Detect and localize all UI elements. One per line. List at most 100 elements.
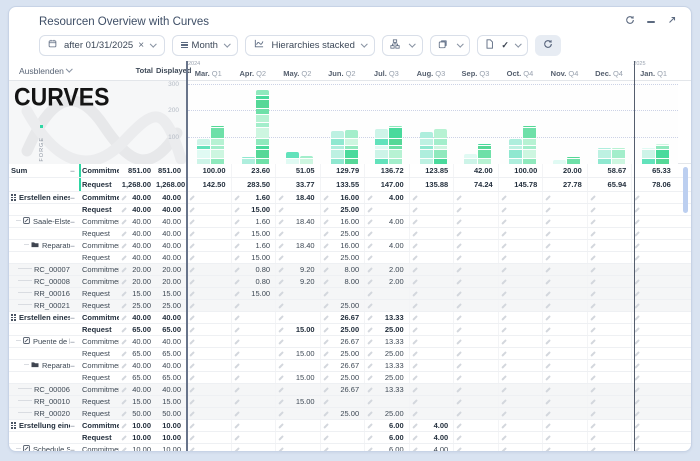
edit-pencil-icon[interactable] xyxy=(121,399,127,405)
edit-pencil-icon[interactable] xyxy=(367,435,373,441)
edit-pencil-icon[interactable] xyxy=(234,255,240,261)
total-cell[interactable]: 20.00 xyxy=(119,264,156,275)
month-value-cell[interactable] xyxy=(498,348,543,359)
month-value-cell[interactable] xyxy=(409,360,454,371)
month-value-cell[interactable] xyxy=(587,396,632,407)
month-value-cell[interactable] xyxy=(364,252,409,263)
month-value-cell[interactable] xyxy=(364,300,409,311)
edit-pencil-icon[interactable] xyxy=(367,267,373,273)
edit-pencil-icon[interactable] xyxy=(412,231,418,237)
edit-pencil-icon[interactable] xyxy=(121,207,127,213)
edit-pencil-icon[interactable] xyxy=(278,207,284,213)
edit-pencil-icon[interactable] xyxy=(234,411,240,417)
month-value-cell[interactable] xyxy=(631,372,676,383)
edit-pencil-icon[interactable] xyxy=(412,399,418,405)
month-value-cell[interactable] xyxy=(542,420,587,431)
collapse-icon[interactable]: − xyxy=(70,315,79,321)
month-value-cell[interactable] xyxy=(320,396,365,407)
edit-pencil-icon[interactable] xyxy=(234,435,240,441)
month-value-cell[interactable] xyxy=(275,312,320,323)
month-value-cell[interactable]: 13.33 xyxy=(364,336,409,347)
edit-pencil-icon[interactable] xyxy=(234,375,240,381)
edit-pencil-icon[interactable] xyxy=(412,387,418,393)
month-value-cell[interactable] xyxy=(498,276,543,287)
row-name-cell[interactable]: Saale-Elster-…− xyxy=(9,216,79,227)
month-value-cell[interactable]: 26.67 xyxy=(320,360,365,371)
row-name-cell[interactable]: RR_00016 xyxy=(9,288,79,299)
month-value-cell[interactable] xyxy=(453,228,498,239)
edit-pencil-icon[interactable] xyxy=(545,303,551,309)
table-row[interactable]: RR_00021Request25.0025.0025.00 xyxy=(9,300,691,312)
edit-pencil-icon[interactable] xyxy=(323,327,329,333)
month-value-cell[interactable]: 4.00 xyxy=(364,192,409,203)
edit-pencil-icon[interactable] xyxy=(121,423,127,429)
month-value-cell[interactable] xyxy=(498,192,543,203)
month-value-cell[interactable] xyxy=(275,420,320,431)
month-value-cell[interactable]: 9.20 xyxy=(275,264,320,275)
edit-pencil-icon[interactable] xyxy=(367,387,373,393)
edit-pencil-icon[interactable] xyxy=(635,339,641,345)
edit-pencil-icon[interactable] xyxy=(189,351,195,357)
edit-pencil-icon[interactable] xyxy=(278,351,284,357)
month-value-cell[interactable]: 16.00 xyxy=(320,240,365,251)
edit-pencil-icon[interactable] xyxy=(121,411,127,417)
month-value-cell[interactable] xyxy=(498,240,543,251)
month-value-cell[interactable] xyxy=(453,372,498,383)
month-value-cell[interactable] xyxy=(542,300,587,311)
table-row[interactable]: RC_00006Commitment40.0040.0026.6713.33 xyxy=(9,384,691,396)
month-value-cell[interactable]: 25.00 xyxy=(320,348,365,359)
month-value-cell[interactable] xyxy=(409,216,454,227)
edit-pencil-icon[interactable] xyxy=(590,411,596,417)
edit-pencil-icon[interactable] xyxy=(456,267,462,273)
edit-pencil-icon[interactable] xyxy=(189,243,195,249)
month-value-cell[interactable] xyxy=(631,240,676,251)
total-cell[interactable]: 40.00 xyxy=(119,228,156,239)
document-options-button[interactable]: ✓ xyxy=(477,35,528,56)
edit-pencil-icon[interactable] xyxy=(412,243,418,249)
month-value-cell[interactable] xyxy=(542,228,587,239)
month-value-cell[interactable] xyxy=(453,420,498,431)
month-value-cell[interactable] xyxy=(231,396,276,407)
vertical-scrollbar[interactable] xyxy=(683,167,688,213)
refresh-window-icon[interactable] xyxy=(625,15,635,25)
edit-pencil-icon[interactable] xyxy=(412,447,418,451)
month-value-cell[interactable]: 2.00 xyxy=(364,276,409,287)
edit-pencil-icon[interactable] xyxy=(323,363,329,369)
month-value-cell[interactable] xyxy=(409,408,454,419)
total-cell[interactable]: 25.00 xyxy=(119,300,156,311)
month-value-cell[interactable] xyxy=(498,420,543,431)
edit-pencil-icon[interactable] xyxy=(234,399,240,405)
month-value-cell[interactable] xyxy=(587,240,632,251)
edit-pencil-icon[interactable] xyxy=(323,399,329,405)
edit-pencil-icon[interactable] xyxy=(234,447,240,451)
month-value-cell[interactable] xyxy=(453,204,498,215)
edit-pencil-icon[interactable] xyxy=(189,291,195,297)
month-value-cell[interactable]: 18.40 xyxy=(275,216,320,227)
month-value-cell[interactable]: 8.00 xyxy=(320,264,365,275)
month-value-cell[interactable] xyxy=(453,336,498,347)
collapse-icon[interactable]: − xyxy=(70,195,79,201)
edit-pencil-icon[interactable] xyxy=(278,279,284,285)
edit-pencil-icon[interactable] xyxy=(189,255,195,261)
table-row[interactable]: Puente de la…−Commitment40.0040.0026.671… xyxy=(9,336,691,348)
month-value-cell[interactable]: 4.00 xyxy=(409,432,454,443)
table-row[interactable]: Request1,268.001,268.00142.50283.5033.77… xyxy=(9,178,691,192)
month-value-cell[interactable] xyxy=(587,420,632,431)
month-value-cell[interactable] xyxy=(542,372,587,383)
month-value-cell[interactable]: 25.00 xyxy=(320,324,365,335)
month-value-cell[interactable] xyxy=(542,408,587,419)
collapse-icon[interactable]: − xyxy=(70,219,79,225)
month-value-cell[interactable] xyxy=(231,348,276,359)
edit-pencil-icon[interactable] xyxy=(234,195,240,201)
total-cell[interactable]: 40.00 xyxy=(119,336,156,347)
edit-pencil-icon[interactable] xyxy=(121,351,127,357)
month-value-cell[interactable] xyxy=(186,336,231,347)
month-value-cell[interactable]: 25.00 xyxy=(320,408,365,419)
month-value-cell[interactable] xyxy=(631,336,676,347)
edit-pencil-icon[interactable] xyxy=(278,387,284,393)
edit-pencil-icon[interactable] xyxy=(367,447,373,451)
edit-pencil-icon[interactable] xyxy=(501,255,507,261)
edit-pencil-icon[interactable] xyxy=(278,339,284,345)
edit-pencil-icon[interactable] xyxy=(367,363,373,369)
edit-pencil-icon[interactable] xyxy=(412,411,418,417)
